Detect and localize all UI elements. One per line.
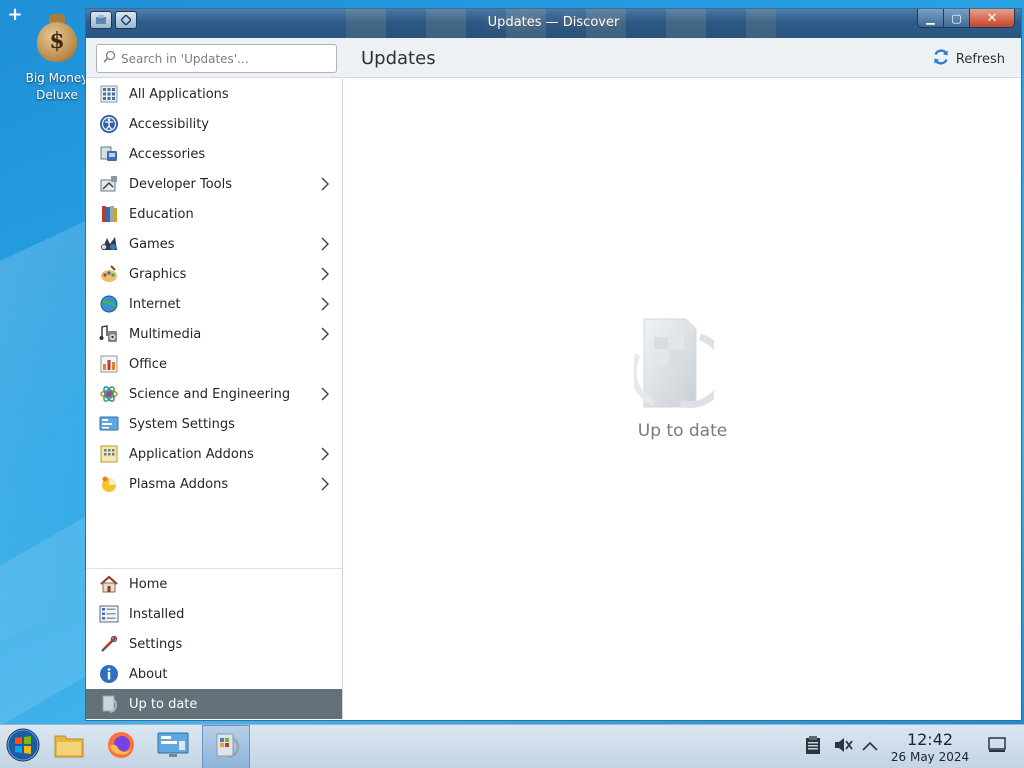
office-icon [98, 353, 120, 375]
discover-task-button[interactable] [202, 725, 250, 768]
firefox-button[interactable] [98, 725, 144, 768]
sidebar-item-up-to-date[interactable]: Up to date [86, 689, 342, 719]
chevron-right-icon [314, 443, 336, 465]
system-settings-icon [157, 731, 189, 763]
update-status-icon [98, 693, 120, 715]
search-input[interactable] [121, 51, 321, 66]
refresh-label: Refresh [955, 51, 1005, 67]
internet-icon [98, 293, 120, 315]
sidebar-item-home[interactable]: Home [86, 569, 342, 599]
installed-icon [98, 603, 120, 625]
close-button[interactable]: ✕ [970, 9, 1014, 27]
chevron-right-icon [314, 383, 336, 405]
chevron-right-icon [314, 323, 336, 345]
sidebar-item-multimedia[interactable]: Multimedia [86, 319, 342, 349]
discover-window: Updates — Discover ▁ ▢ ✕ Updates R [85, 8, 1022, 721]
chevron-right-icon [314, 263, 336, 285]
sidebar-item-plasma-addons[interactable]: Plasma Addons [86, 469, 342, 499]
system-settings-button[interactable] [150, 725, 196, 768]
plasma-addons-icon [98, 473, 120, 495]
refresh-icon [932, 48, 950, 70]
chevron-up-icon [862, 740, 878, 755]
clock-date: 26 May 2024 [890, 750, 970, 764]
start-menu-button[interactable] [0, 725, 46, 768]
sidebar-item-settings[interactable]: Settings [86, 629, 342, 659]
sidebar-item-internet[interactable]: Internet [86, 289, 342, 319]
start-orb-icon [6, 728, 40, 766]
show-desktop-icon [988, 737, 1006, 757]
about-icon [98, 663, 120, 685]
volume-muted-icon [833, 736, 853, 758]
sidebar-item-installed[interactable]: Installed [86, 599, 342, 629]
sidebar-item-about[interactable]: About [86, 659, 342, 689]
grid-icon [98, 83, 120, 105]
window-title: Updates — Discover [487, 15, 620, 30]
science-icon [98, 383, 120, 405]
system-settings-icon [98, 413, 120, 435]
sidebar-item-accessibility[interactable]: Accessibility [86, 109, 342, 139]
developer-tools-icon [98, 173, 120, 195]
graphics-icon [98, 263, 120, 285]
updates-content: Up to date [344, 79, 1021, 720]
sidebar-item-graphics[interactable]: Graphics [86, 259, 342, 289]
maximize-button[interactable]: ▢ [944, 9, 970, 27]
search-icon [103, 50, 116, 67]
taskbar: 12:42 26 May 2024 [0, 724, 1024, 768]
settings-icon [98, 633, 120, 655]
sidebar-item-science-and-engineering[interactable]: Science and Engineering [86, 379, 342, 409]
clipboard-icon [804, 735, 822, 759]
minimize-button[interactable]: ▁ [918, 9, 944, 27]
chevron-right-icon [314, 233, 336, 255]
sidebar: All Applications Accessibility Accessori… [86, 79, 343, 720]
chevron-right-icon [314, 173, 336, 195]
application-addons-icon [98, 443, 120, 465]
accessibility-icon [98, 113, 120, 135]
page-title: Updates [361, 48, 436, 69]
sidebar-item-accessories[interactable]: Accessories [86, 139, 342, 169]
sidebar-item-education[interactable]: Education [86, 199, 342, 229]
search-field[interactable] [96, 44, 337, 73]
firefox-icon [106, 730, 136, 764]
up-to-date-icon [630, 315, 728, 411]
sidebar-item-application-addons[interactable]: Application Addons [86, 439, 342, 469]
sidebar-item-all-applications[interactable]: All Applications [86, 79, 342, 109]
clipboard-button[interactable] [804, 725, 822, 768]
refresh-button[interactable]: Refresh [932, 48, 1005, 70]
discover-icon [212, 731, 240, 763]
system-tray-expand-button[interactable] [862, 725, 878, 768]
folder-icon [54, 732, 84, 762]
chevron-right-icon [314, 473, 336, 495]
file-manager-button[interactable] [46, 725, 92, 768]
show-desktop-button[interactable] [988, 725, 1006, 768]
status-text: Up to date [637, 421, 728, 441]
multimedia-icon [98, 323, 120, 345]
education-icon [98, 203, 120, 225]
chevron-right-icon [314, 293, 336, 315]
home-icon [98, 573, 120, 595]
header-bar: Updates Refresh [86, 38, 1021, 78]
sidebar-item-system-settings[interactable]: System Settings [86, 409, 342, 439]
volume-button[interactable] [833, 725, 853, 768]
clock-time: 12:42 [906, 730, 954, 749]
sidebar-item-developer-tools[interactable]: Developer Tools [86, 169, 342, 199]
games-icon [98, 233, 120, 255]
accessories-icon [98, 143, 120, 165]
digital-clock[interactable]: 12:42 26 May 2024 [880, 731, 980, 765]
title-bar[interactable]: Updates — Discover ▁ ▢ ✕ [86, 9, 1021, 38]
money-bag-icon: $ [33, 12, 81, 64]
sidebar-item-office[interactable]: Office [86, 349, 342, 379]
sidebar-item-games[interactable]: Games [86, 229, 342, 259]
